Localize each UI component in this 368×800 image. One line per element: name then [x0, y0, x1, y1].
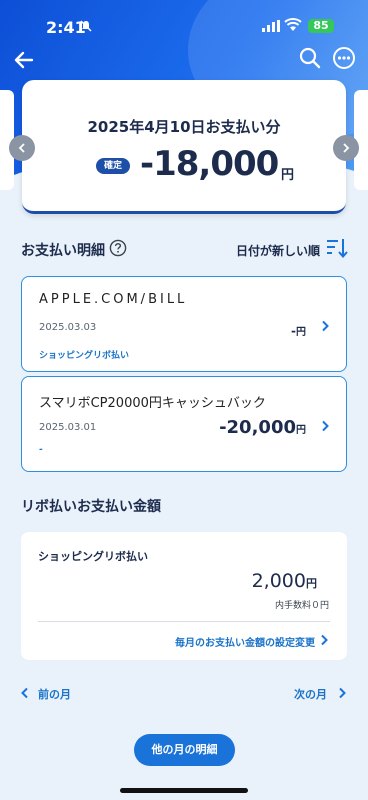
chevron-left-icon — [18, 143, 25, 153]
revolving-amount: 2,000円 — [252, 570, 317, 592]
status-badge: 確定 — [96, 158, 130, 174]
search-icon[interactable] — [298, 46, 322, 70]
transaction-amount: -20,000円 — [219, 417, 306, 438]
transaction-amount-unit: 円 — [296, 327, 306, 338]
revolving-fee: 内手数料０円 — [274, 601, 329, 611]
prev-month-link[interactable]: 前の月 — [38, 686, 71, 702]
transaction-type: ショッピングリボ払い — [39, 351, 130, 361]
revolving-label: ショッピングリボ払い — [38, 550, 148, 563]
signal-icon — [262, 20, 280, 32]
transaction-merchant: APPLE.COM/BILL — [39, 292, 188, 307]
carousel-prev-button[interactable] — [9, 135, 35, 161]
nav-bar — [0, 44, 368, 76]
total-amount-unit: 円 — [281, 168, 295, 183]
revolving-amount-unit: 円 — [306, 577, 317, 590]
details-heading: お支払い明細 — [21, 243, 105, 259]
bell-off-icon — [80, 20, 92, 32]
sort-label[interactable]: 日付が新しい順 — [236, 242, 320, 259]
battery-indicator: 85 — [308, 19, 334, 33]
revolving-card: ショッピングリボ払い 2,000円 内手数料０円 毎月のお支払い金額の設定変更 — [21, 532, 347, 660]
revolving-heading: リボ払いお支払い金額 — [21, 499, 161, 515]
arrow-left-icon[interactable] — [12, 48, 36, 72]
chevron-right-icon — [322, 320, 329, 332]
transaction-card[interactable]: スマリボCP20000円キャッシュバック 2025.03.01 -20,000円… — [21, 376, 347, 472]
total-amount: -18,000 — [140, 144, 279, 184]
payment-date-title: 2025年4月10日お支払い分 — [87, 118, 281, 136]
next-month-link[interactable]: 次の月 — [294, 686, 327, 702]
other-months-button[interactable]: 他の月の明細 — [134, 734, 235, 766]
chevron-right-icon — [322, 420, 329, 432]
home-indicator — [120, 788, 248, 793]
transaction-type: - — [39, 445, 43, 455]
transaction-amount-unit: 円 — [296, 425, 306, 436]
carousel-next-button[interactable] — [333, 135, 359, 161]
transaction-merchant: スマリボCP20000円キャッシュバック — [39, 396, 266, 411]
wifi-icon — [284, 18, 302, 31]
chevron-left-icon — [21, 687, 28, 699]
transaction-date: 2025.03.01 — [39, 422, 97, 433]
transaction-amount: -円 — [291, 323, 306, 338]
transaction-card[interactable]: APPLE.COM/BILL 2025.03.03 -円 ショッピングリボ払い — [21, 276, 347, 372]
more-icon[interactable] — [332, 46, 356, 70]
payment-summary-card: 2025年4月10日お支払い分 確定 -18,000 円 — [22, 80, 346, 214]
help-icon[interactable] — [109, 239, 127, 257]
transaction-amount-value: -20,000 — [219, 417, 296, 438]
payment-settings-link[interactable]: 毎月のお支払い金額の設定変更 — [175, 634, 315, 649]
transaction-date: 2025.03.03 — [39, 322, 97, 333]
revolving-amount-value: 2,000 — [251, 570, 306, 592]
sort-icon[interactable] — [326, 238, 348, 258]
chevron-right-icon — [321, 634, 328, 646]
chevron-right-icon — [343, 143, 350, 153]
divider — [38, 621, 330, 622]
chevron-right-icon — [339, 687, 346, 699]
status-bar: 2:41 85 — [0, 0, 368, 44]
